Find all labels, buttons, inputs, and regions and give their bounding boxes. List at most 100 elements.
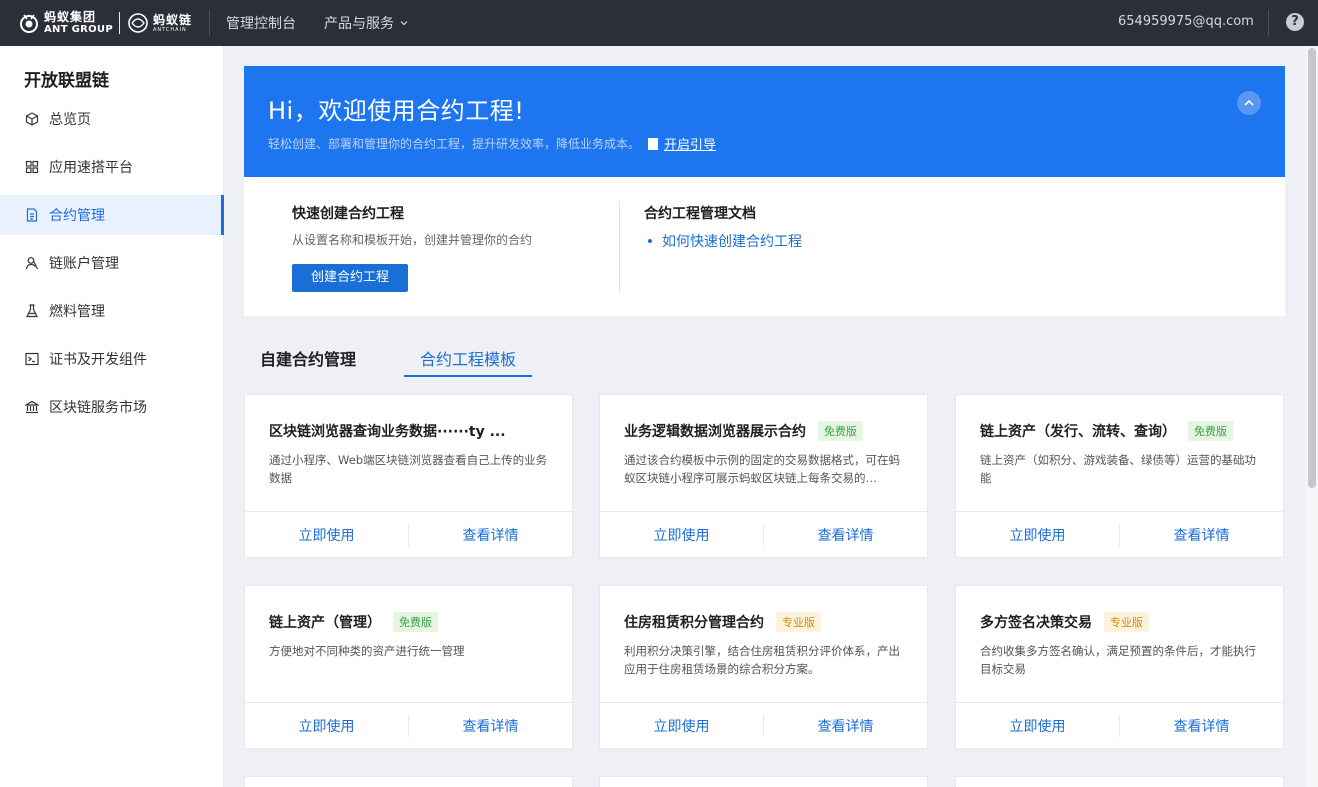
template-card: 多方签名决策交易 专业版 合约收集多方签名确认，满足预置的条件后，才能执行目标交… [955,585,1284,749]
sidebar-item-label: 区块链服务市场 [49,400,147,416]
card-title: 多方签名决策交易 [980,615,1092,631]
user-account-menu[interactable]: 654959975@qq.com [1118,14,1254,29]
nav-console-link[interactable]: 管理控制台 [226,13,296,33]
quick-panel-divider [619,201,620,293]
chevron-up-icon [1244,99,1254,106]
template-card: 链上资产（发行、流转、查询） 免费版 链上资产（如积分、游戏装备、绿债等）运营的… [955,394,1284,558]
use-now-button[interactable]: 立即使用 [600,525,763,545]
card-desc: 利用积分决策引擎，结合住房租赁积分评价体系，产出应用于住房租赁场景的综合积分方案… [624,644,900,676]
top-bar: 蚂蚁集团 ANT GROUP 蚂蚁链 ANTCHAIN 管理控制台 产品与服务 … [0,0,1318,46]
cube-icon [25,112,39,126]
flask-icon [26,304,38,318]
pro-edition-badge: 专业版 [1104,612,1149,632]
card-title: 住房租赁积分管理合约 [624,615,764,631]
view-details-button[interactable]: 查看详情 [764,525,927,545]
header-divider-right [1268,10,1269,36]
welcome-banner: Hi，欢迎使用合约工程! 轻松创建、部署和管理你的合约工程，提升研发效率，降低业… [244,66,1285,177]
quick-create-title: 快速创建合约工程 [292,206,404,222]
card-desc: 方便地对不同种类的资产进行统一管理 [269,644,465,658]
doc-link-label: 如何快速创建合约工程 [662,234,802,250]
view-details-button[interactable]: 查看详情 [764,716,927,736]
card-actions: 立即使用 查看详情 [245,702,572,749]
sidebar-item-label: 总览页 [49,112,91,128]
sidebar-item-label: 应用速搭平台 [49,160,133,176]
sidebar-item-contract-management[interactable]: 合约管理 [0,195,224,235]
sidebar-item-certificates[interactable]: 证书及开发组件 [0,339,224,379]
use-now-button[interactable]: 立即使用 [245,716,408,736]
card-title-row: 多方签名决策交易 专业版 [980,612,1149,632]
card-title-row: 链上资产（发行、流转、查询） 免费版 [980,421,1233,441]
start-guide-link[interactable]: 开启引导 [648,134,716,153]
card-actions: 立即使用 查看详情 [245,511,572,558]
template-card-partial [244,776,573,787]
ant-group-en: ANT GROUP [44,24,113,35]
brand-logo[interactable]: 蚂蚁集团 ANT GROUP 蚂蚁链 ANTCHAIN [18,8,192,38]
book-icon [648,137,659,150]
view-details-button[interactable]: 查看详情 [409,716,572,736]
card-desc: 通过该合约模板中示例的固定的交易数据格式，可在蚂蚁区块链小程序可展示蚂蚁区块链上… [624,453,900,485]
pro-edition-badge: 专业版 [776,612,821,632]
template-card-partial [955,776,1284,787]
card-title-row: 住房租赁积分管理合约 专业版 [624,612,821,632]
card-desc: 链上资产（如积分、游戏装备、绿债等）运营的基础功能 [980,453,1256,485]
card-title-row: 链上资产（管理） 免费版 [269,612,438,632]
doc-link-quick-create[interactable]: 如何快速创建合约工程 [648,231,802,251]
card-actions: 立即使用 查看详情 [600,702,927,749]
view-details-button[interactable]: 查看详情 [409,525,572,545]
view-details-button[interactable]: 查看详情 [1120,525,1283,545]
card-title: 业务逻辑数据浏览器展示合约 [624,424,806,440]
ant-group-cn: 蚂蚁集团 [44,10,97,24]
card-actions: 立即使用 查看详情 [600,511,927,558]
banner-subtitle: 轻松创建、部署和管理你的合约工程，提升研发效率，降低业务成本。 [268,137,641,151]
tab-self-built-contracts[interactable]: 自建合约管理 [260,346,356,370]
quick-create-panel: 快速创建合约工程 从设置名称和模板开始，创建并管理你的合约 创建合约工程 合约工… [244,177,1285,316]
card-desc: 合约收集多方签名确认，满足预置的条件后，才能执行目标交易 [980,644,1256,676]
quick-create-desc: 从设置名称和模板开始，创建并管理你的合约 [292,233,533,247]
card-desc: 通过小程序、Web端区块链浏览器查看自己上传的业务数据 [269,453,548,485]
create-contract-project-button[interactable]: 创建合约工程 [292,264,408,292]
use-now-button[interactable]: 立即使用 [600,716,763,736]
use-now-button[interactable]: 立即使用 [956,716,1119,736]
users-icon [25,257,39,270]
bullet-icon [648,239,652,243]
free-edition-badge: 免费版 [393,612,438,632]
sidebar-item-label: 燃料管理 [49,304,105,320]
antchain-wordmark: 蚂蚁链 ANTCHAIN [153,14,192,33]
terminal-icon [25,352,39,366]
document-icon [26,208,38,222]
card-actions: 立即使用 查看详情 [956,511,1283,558]
sidebar-item-label: 合约管理 [49,208,105,224]
use-now-button[interactable]: 立即使用 [956,525,1119,545]
nav-products-label: 产品与服务 [324,16,394,32]
active-tab-indicator [404,375,532,377]
sidebar-item-chain-accounts[interactable]: 链账户管理 [0,243,224,283]
sidebar-item-label: 证书及开发组件 [49,352,147,368]
card-title: 链上资产（发行、流转、查询） [980,424,1176,440]
sidebar-item-app-builder[interactable]: 应用速搭平台 [0,147,224,187]
template-card: 业务逻辑数据浏览器展示合约 免费版 通过该合约模板中示例的固定的交易数据格式，可… [599,394,928,558]
template-card-partial [599,776,928,787]
grid-icon [25,160,39,174]
header-divider [209,10,210,36]
help-icon[interactable]: ? [1286,13,1304,31]
template-card: 区块链浏览器查询业务数据······ty ... 通过小程序、Web端区块链浏览… [244,394,573,558]
banner-title: Hi，欢迎使用合约工程! [268,97,525,125]
card-title: 区块链浏览器查询业务数据······ty ... [269,424,506,440]
tab-contract-templates[interactable]: 合约工程模板 [420,346,516,370]
sidebar-item-overview[interactable]: 总览页 [0,99,224,139]
card-title: 链上资产（管理） [269,615,381,631]
free-edition-badge: 免费版 [818,421,863,441]
sidebar-title: 开放联盟链 [24,71,109,91]
bank-icon [25,400,39,414]
sidebar-item-marketplace[interactable]: 区块链服务市场 [0,387,224,427]
nav-products-menu[interactable]: 产品与服务 [324,13,408,33]
template-card: 链上资产（管理） 免费版 方便地对不同种类的资产进行统一管理 立即使用 查看详情 [244,585,573,749]
scrollbar-thumb[interactable] [1308,48,1316,488]
antchain-logo-icon [128,13,148,33]
template-card: 住房租赁积分管理合约 专业版 利用积分决策引擎，结合住房租赁积分评价体系，产出应… [599,585,928,749]
collapse-banner-button[interactable] [1237,91,1261,115]
use-now-button[interactable]: 立即使用 [245,525,408,545]
view-details-button[interactable]: 查看详情 [1120,716,1283,736]
sidebar-item-fuel[interactable]: 燃料管理 [0,291,224,331]
card-title-row: 业务逻辑数据浏览器展示合约 免费版 [624,421,863,441]
